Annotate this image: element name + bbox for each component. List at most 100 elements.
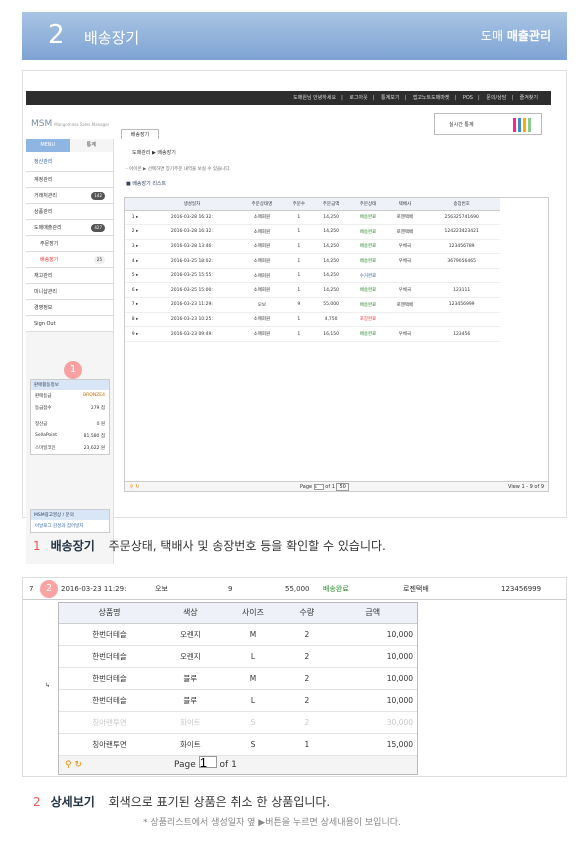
col-qty[interactable]: 주문수 xyxy=(284,198,313,211)
header-title: 배송장기 xyxy=(84,29,140,47)
table-cell: 2 xyxy=(285,667,329,690)
market-link[interactable]: 앱고노트도매마켓 xyxy=(413,95,450,101)
row-number: 6 ▸ xyxy=(125,282,145,299)
table-cell: 14,250 xyxy=(312,253,350,269)
ad-box[interactable]: MSM광고영상 / 문의 아날로그 감성과 집어넣지 xyxy=(30,509,110,533)
table-cell: 1 xyxy=(284,312,313,328)
table-cell: 10,000 xyxy=(328,667,417,690)
realtime-stats-button[interactable]: 실시간 통계 xyxy=(434,113,542,135)
table-cell: 15,000 xyxy=(328,733,417,756)
table-cell: 2016-03-25 18:02: xyxy=(145,253,239,269)
sidebar-item-wholesale[interactable]: 도매매출관리 427 xyxy=(26,220,113,236)
topbar-greeting: 도매원님 안녕하세요 xyxy=(293,95,337,101)
list-title: ■ 배송장기 리스트 xyxy=(126,181,167,187)
sidebar-item-minishop[interactable]: 미니샵관리 xyxy=(26,284,113,300)
pos-link[interactable]: POS xyxy=(463,95,473,101)
detail-page-input[interactable] xyxy=(198,756,217,768)
sidebar-item-account[interactable]: 계정관리 xyxy=(26,172,113,188)
count-badge: 142 xyxy=(91,192,105,200)
page-input[interactable] xyxy=(313,483,324,490)
sidebar: MENU 통계 정산관리 계정관리 거래처관리 142 상품관리 도매매출관리 42… xyxy=(26,139,114,564)
table-cell: 한번더테슬 xyxy=(59,623,160,646)
table-cell: 2016-03-25 15:55: xyxy=(145,268,239,284)
table-cell: 배송완료 xyxy=(349,297,387,313)
sidebar-item-products[interactable]: 상품관리 xyxy=(26,204,113,220)
table-cell: 123456 xyxy=(423,326,500,342)
table-cell: 2 xyxy=(285,645,329,668)
sidebar-item-delivery[interactable]: 배송장기 25 xyxy=(26,252,113,268)
table-row[interactable]: 1 ▸ 2016-03-28 16:32: 소매회원 1 14,250 배송완료 로젠택배 2… xyxy=(125,210,500,226)
col-courier[interactable]: 택배사 xyxy=(386,198,424,211)
table-cell xyxy=(386,312,424,328)
table-row[interactable]: 3 ▸ 2016-03-28 13:46: 소매회원 1 14,250 배송완료 우체국 12… xyxy=(125,239,500,255)
table-row[interactable]: 9 ▸ 2016-03-23 09:49: 소매회원 1 16,150 배송완료 우체국 12… xyxy=(125,326,500,342)
inquiry-link[interactable]: 문의/상담 xyxy=(486,95,506,101)
table-cell: 우체국 xyxy=(386,326,424,342)
page-header: 2 배송장기 도매 매출관리 xyxy=(22,12,567,60)
header-right: 도매 매출관리 xyxy=(480,29,551,43)
col-status[interactable]: 주문상태 xyxy=(349,198,387,211)
row-number: 3 ▸ xyxy=(125,239,145,255)
sidebar-item-stock[interactable]: 재고관리 xyxy=(26,268,113,284)
table-cell: 256325741690 xyxy=(423,210,500,226)
table-cell: 4,750 xyxy=(312,312,350,328)
detail-row: 한번더테슬 블루 L 2 10,000 xyxy=(59,689,417,712)
sidebar-item-orders[interactable]: 주문장기 xyxy=(26,236,113,252)
table-row[interactable]: 2 ▸ 2016-03-28 16:32: 소매회원 1 14,250 배송완료 로젠택배 1… xyxy=(125,224,500,240)
search-icon[interactable]: ⚲ ↻ xyxy=(130,484,139,490)
table-cell: 2 xyxy=(285,689,329,712)
table-cell: 2 xyxy=(285,623,329,646)
col-qty[interactable]: 수량 xyxy=(285,603,329,624)
table-cell: 오보 xyxy=(238,297,285,313)
table-cell: 9 xyxy=(284,297,313,313)
expand-icon[interactable]: ↳ xyxy=(45,682,50,689)
col-invoice[interactable]: 송장번호 xyxy=(423,198,500,211)
table-cell: 배송완료 xyxy=(349,282,387,299)
table-row[interactable]: 7 ▸ 2016-03-23 11:29: 오보 9 55,000 배송완료 로젠택배 123… xyxy=(125,297,500,313)
top-bar: 도매원님 안녕하세요 | 로그아웃 | 통계보기 | 앱고노트도매마켓 | POS | 문… xyxy=(26,91,551,105)
order-grid: 생성일자 주문상태명 주문수 주문금액 주문상태 택배사 송장번호 1 ▸ 201… xyxy=(124,197,549,492)
table-cell: 2016-03-28 13:46: xyxy=(145,239,239,255)
shortcut-settlement[interactable]: 정산관리 xyxy=(26,152,113,172)
logout-link[interactable]: 로그아웃 xyxy=(349,95,367,101)
tab-delivery[interactable]: 배송장기 xyxy=(121,129,159,139)
view-count: View 1 - 9 of 9 xyxy=(508,484,544,490)
table-cell: 2016-03-23 09:49: xyxy=(145,326,239,342)
col-buyer[interactable]: 주문상태명 xyxy=(238,198,285,211)
per-page-select[interactable]: 50 xyxy=(336,483,349,491)
sidebar-item-clients[interactable]: 거래처관리 142 xyxy=(26,188,113,204)
table-cell: 배송완료 xyxy=(349,210,387,226)
col-price[interactable]: 금액 xyxy=(328,603,417,624)
sidebar-item-business[interactable]: 경영정보 xyxy=(26,300,113,316)
table-row[interactable]: 5 ▸ 2016-03-25 15:55: 소매회원 1 14,250 수거완료 xyxy=(125,268,500,284)
table-cell: 3679056465 xyxy=(423,253,500,269)
table-cell: 30,000 xyxy=(328,711,417,734)
tab-menu[interactable]: MENU xyxy=(26,139,70,152)
tab-stats[interactable]: 통계 xyxy=(70,139,114,152)
selected-order-row[interactable]: 7 2016-03-23 11:29: 오보 9 55,000 배송완료 로젠택… xyxy=(23,578,566,600)
favorites-link[interactable]: 즐겨찾기 xyxy=(520,95,538,101)
screenshot-frame: 도매원님 안녕하세요 | 로그아웃 | 통계보기 | 앱고노트도매마켓 | POS | 문… xyxy=(22,70,567,564)
detail-row: 칭아랜투면 화이트 S 1 15,000 xyxy=(59,733,417,756)
sidebar-item-signout[interactable]: Sign Out xyxy=(26,316,113,332)
col-product[interactable]: 상품명 xyxy=(59,603,160,624)
marker-2: 2 xyxy=(40,580,58,598)
table-cell: 블루 xyxy=(160,667,221,690)
search-icon[interactable]: ⚲ ↻ xyxy=(65,760,82,770)
row-number: 5 ▸ xyxy=(125,268,145,284)
table-cell: 124223423421 xyxy=(423,224,500,240)
detail-row: 칭아랜투면 화이트 S 2 30,000 xyxy=(59,711,417,734)
table-cell: 소매회원 xyxy=(238,326,285,342)
table-cell: 14,250 xyxy=(312,268,350,284)
col-amount[interactable]: 주문금액 xyxy=(312,198,350,211)
table-row[interactable]: 4 ▸ 2016-03-25 18:02: 소매회원 1 14,250 배송완료 우체국 36… xyxy=(125,253,500,269)
table-row[interactable]: 8 ▸ 2016-03-23 10:25: 소매회원 1 4,750 포장완료 xyxy=(125,312,500,328)
col-color[interactable]: 색상 xyxy=(160,603,221,624)
table-cell: 1 xyxy=(284,326,313,342)
detail-row: 한번더테슬 오렌지 L 2 10,000 xyxy=(59,645,417,668)
table-cell: 2016-03-23 10:25: xyxy=(145,312,239,328)
col-size[interactable]: 사이즈 xyxy=(220,603,286,624)
stats-link[interactable]: 통계보기 xyxy=(381,95,399,101)
table-row[interactable]: 6 ▸ 2016-03-25 15:00: 소매회원 1 14,250 배송완료 우체국 12… xyxy=(125,282,500,299)
col-date[interactable]: 생성일자 xyxy=(145,198,239,211)
